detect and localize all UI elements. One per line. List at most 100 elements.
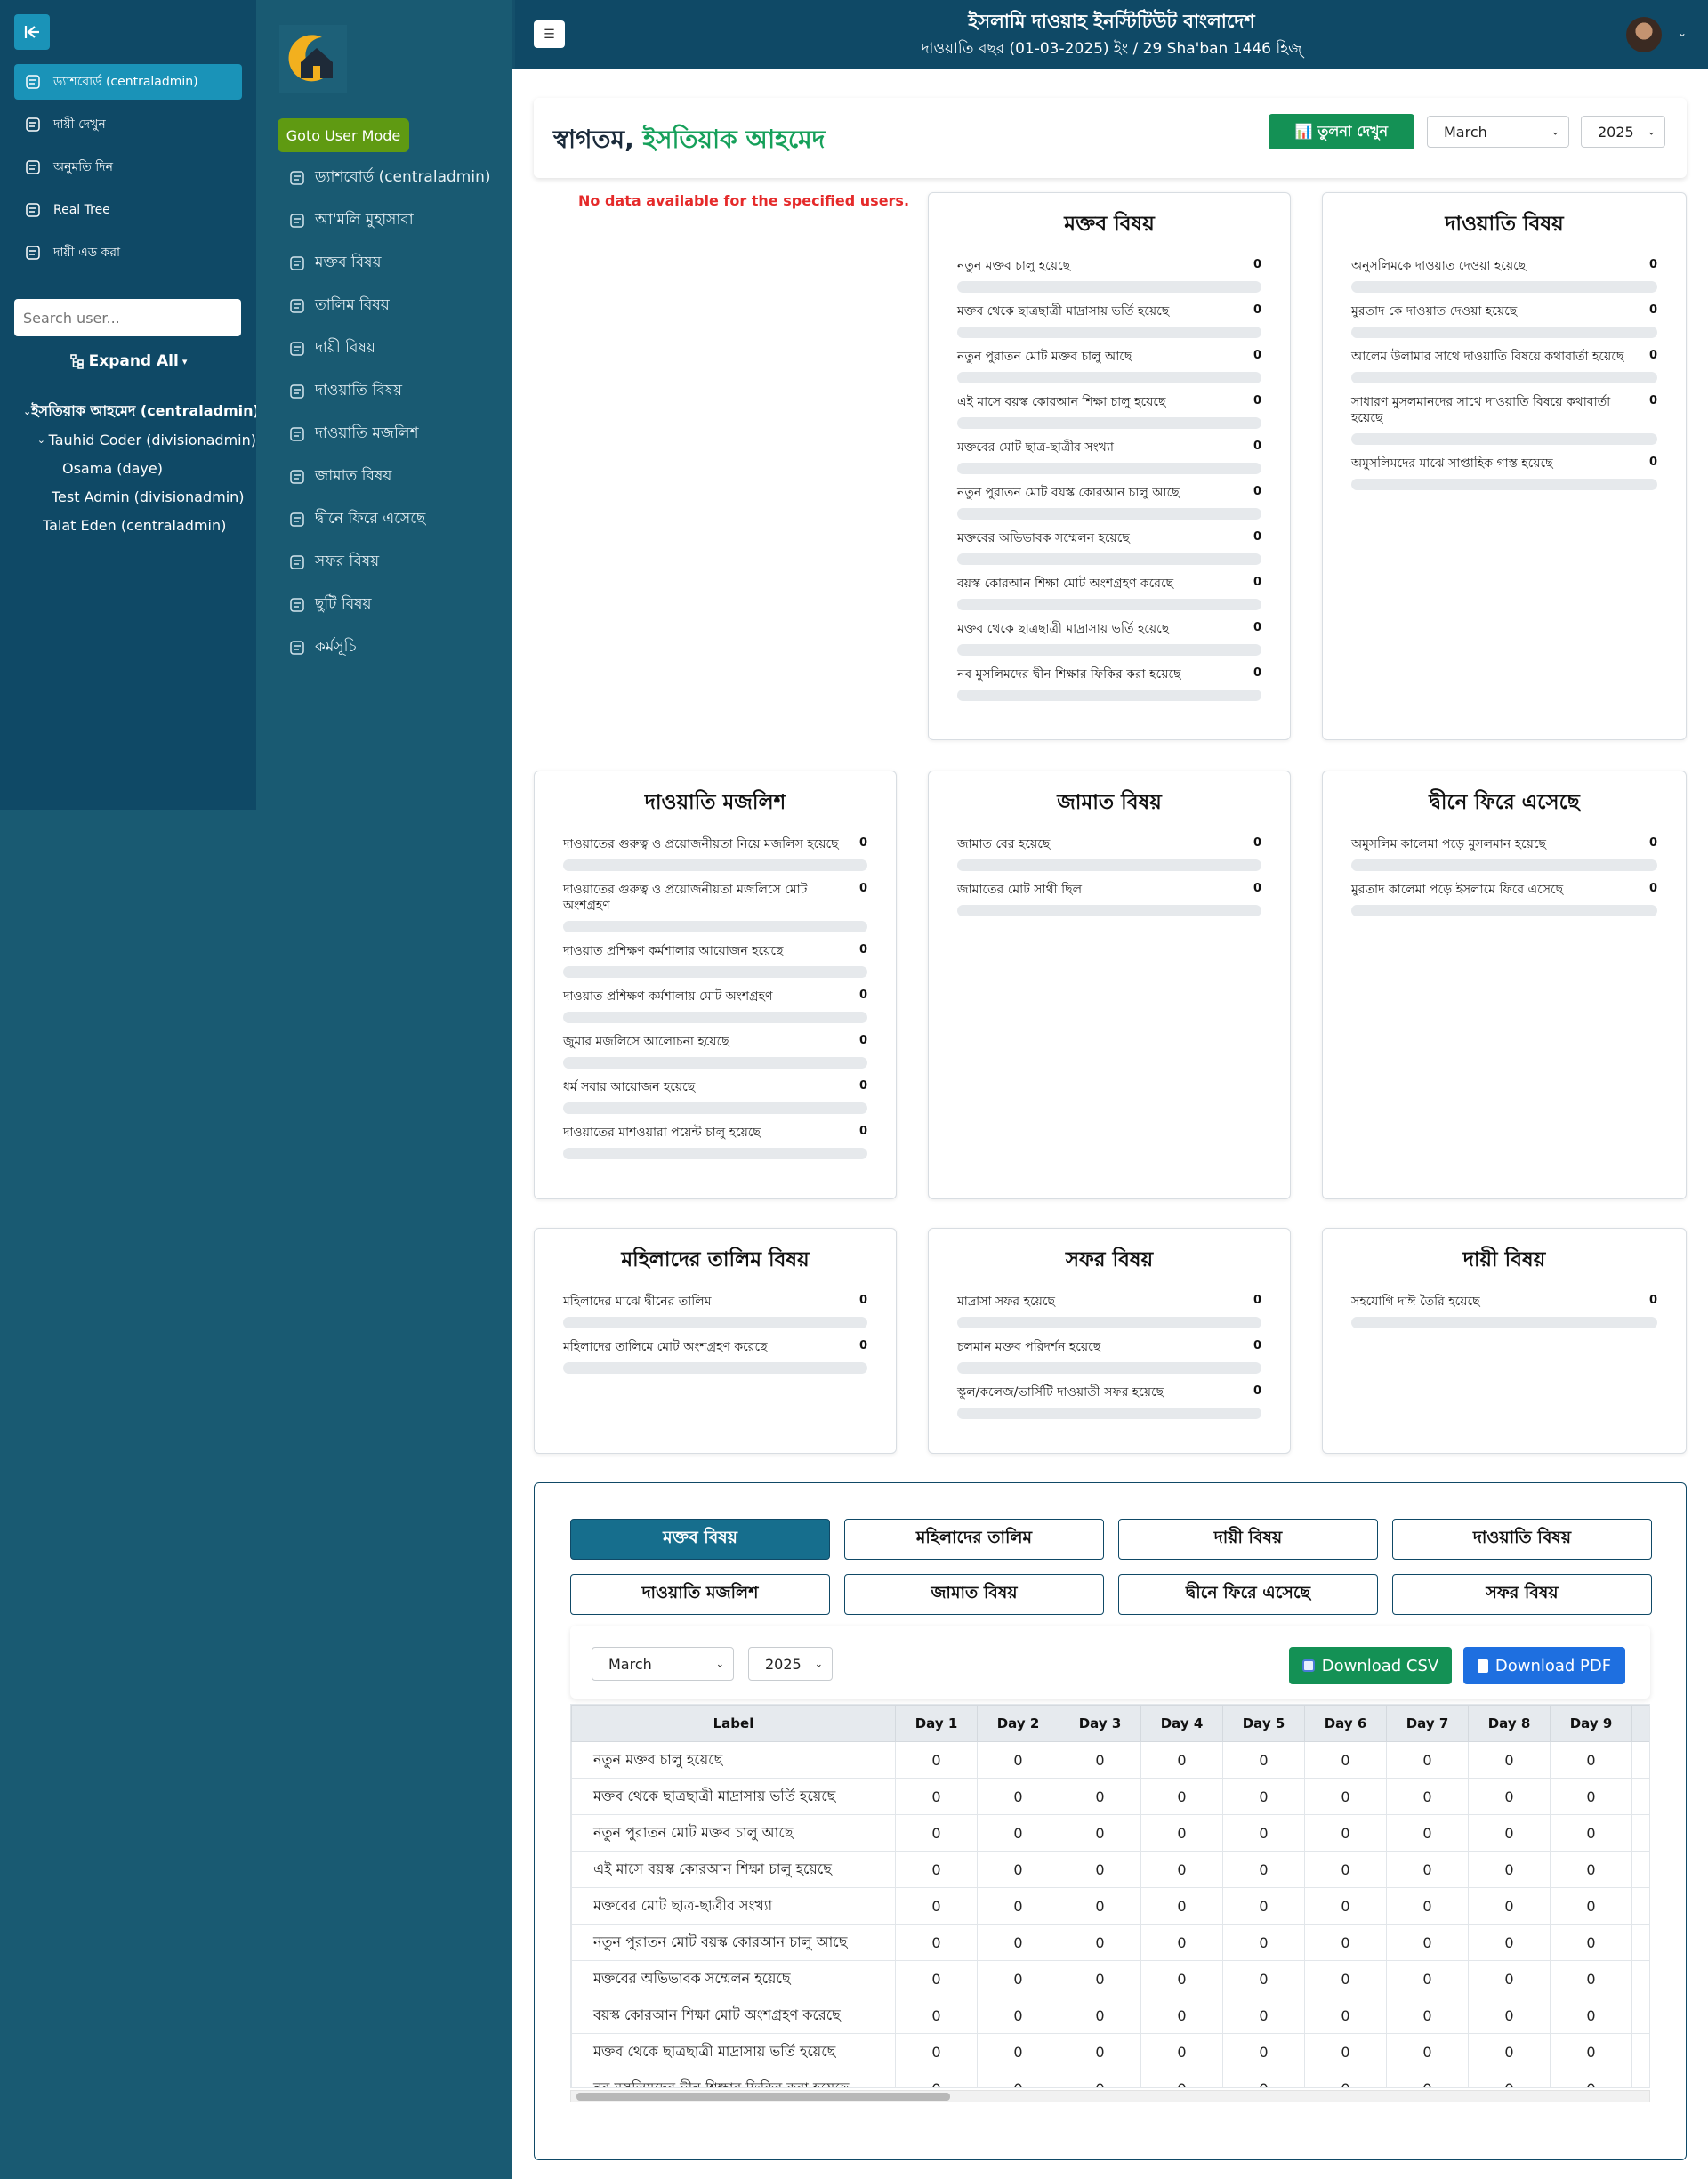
- tree-node[interactable]: Osama (daye): [23, 454, 256, 482]
- expand-all-toggle[interactable]: Expand All ▾: [0, 352, 256, 370]
- table-cell: 0: [1140, 1887, 1223, 1925]
- report-tab[interactable]: সফর বিষয়: [1392, 1574, 1652, 1615]
- main-menu: Goto User Mode ড্যাশবোর্ড (centraladmin)…: [256, 0, 512, 810]
- menu-item[interactable]: জামাত বিষয়: [288, 456, 502, 498]
- stat-row: জুমার মজলিসে আলোচনা হয়েছে 0: [563, 1034, 867, 1069]
- tree-node[interactable]: Talat Eden (centraladmin): [23, 511, 256, 539]
- stat-row: নব মুসলিমদের দ্বীন শিক্ষার ফিকির করা হয়…: [957, 666, 1261, 701]
- report-tab[interactable]: মহিলাদের তালিম: [844, 1519, 1104, 1560]
- stat-card: সফর বিষয় মাদ্রাসা সফর হয়েছে 0 চলমান মক্তব…: [928, 1228, 1291, 1454]
- stat-row: নতুন মক্তব চালু হয়েছে 0: [957, 258, 1261, 293]
- top-bar: ☰ ইসলামি দাওয়াহ ইনস্টিটিউট বাংলাদেশ দাও…: [512, 0, 1708, 69]
- month-select[interactable]: March ⌄: [1427, 116, 1569, 148]
- report-tab[interactable]: জামাত বিষয়: [844, 1574, 1104, 1615]
- stat-value: 0: [1253, 1339, 1261, 1352]
- caret-down-icon: ▾: [181, 355, 188, 367]
- table-row: নতুন মক্তব চালু হয়েছে 0 0 0 0 0 0 0 0 0: [571, 1741, 1649, 1779]
- download-pdf-button[interactable]: Download PDF: [1463, 1647, 1625, 1684]
- table-cell: 0: [1550, 1887, 1632, 1925]
- menu-item[interactable]: দাওয়াতি মজলিশ: [288, 413, 502, 456]
- year-select[interactable]: 2025 ⌄: [1581, 116, 1665, 148]
- report-tab[interactable]: মক্তব বিষয়: [570, 1519, 830, 1560]
- progress-bar: [957, 463, 1261, 474]
- stat-label: মহিলাদের তালিমে মোট অংশগ্রহণ করেছে: [563, 1340, 768, 1354]
- tree-node[interactable]: ⌄ Tauhid Coder (divisionadmin): [23, 425, 256, 454]
- table-cell: 0: [1059, 1851, 1141, 1888]
- avatar[interactable]: [1626, 17, 1662, 52]
- table-cell: 0: [1550, 1778, 1632, 1815]
- chevron-down-icon[interactable]: ⌄: [34, 434, 49, 446]
- tree-node[interactable]: ⌄ ইসতিয়াক আহমেদ (centraladmin): [23, 397, 256, 425]
- stat-value: 0: [1648, 456, 1657, 469]
- stat-value: 0: [1253, 485, 1261, 498]
- compare-button[interactable]: 📊 তুলনা দেখুন: [1269, 114, 1414, 149]
- report-table-wrapper[interactable]: Label Day 1 Day 2 Day 3 Day 4 Day 5 Day 6 Day 7…: [570, 1704, 1650, 2088]
- horizontal-scrollbar[interactable]: [570, 2090, 1650, 2102]
- menu-item[interactable]: সফর বিষয়: [288, 541, 502, 584]
- download-csv-button[interactable]: Download CSV: [1289, 1647, 1452, 1684]
- report-tab[interactable]: দাওয়াতি মজলিশ: [570, 1574, 830, 1615]
- menu-item[interactable]: আ'মলি মুহাসাবা: [288, 199, 502, 242]
- dashboard-icon: [23, 72, 43, 92]
- stat-row: সাধারণ মুসলমানদের সাথে দাওয়াতি বিষয়ে ক…: [1351, 394, 1657, 445]
- collapse-sidebar-button[interactable]: [14, 14, 50, 50]
- menu-item[interactable]: কর্মসূচি: [288, 626, 502, 669]
- search-user-input[interactable]: [14, 299, 241, 336]
- stat-row: আলেম উলামার সাথে দাওয়াতি বিষয়ে কথাবার্…: [1351, 349, 1657, 383]
- scrollbar-thumb[interactable]: [576, 2093, 950, 2101]
- chevron-down-icon[interactable]: ⌄: [1678, 27, 1687, 39]
- report-tab[interactable]: দায়ী বিষয়: [1118, 1519, 1378, 1560]
- menu-item[interactable]: মক্তব বিষয়: [288, 242, 502, 285]
- progress-bar: [563, 1148, 867, 1159]
- menu-item[interactable]: ড্যাশবোর্ড (centraladmin): [288, 157, 502, 199]
- admin-nav-item[interactable]: দায়ী এড করা: [14, 235, 242, 270]
- stat-card: দায়ী বিষয় সহযোগি দাঈ তৈরি হয়েছে 0: [1322, 1228, 1687, 1454]
- tree-node-label: Tauhid Coder (divisionadmin): [48, 431, 256, 448]
- stat-value: 0: [858, 989, 867, 1002]
- stat-value: 0: [858, 1339, 867, 1352]
- report-tab[interactable]: দাওয়াতি বিষয়: [1392, 1519, 1652, 1560]
- menu-item[interactable]: দ্বীনে ফিরে এসেছে: [288, 498, 502, 541]
- stat-card: জামাত বিষয় জামাত বের হয়েছে 0 জামাতের মোট …: [928, 771, 1291, 1199]
- admin-nav-item[interactable]: অনুমতি দিন: [14, 149, 242, 185]
- report-year-select[interactable]: 2025 ⌄: [748, 1647, 833, 1681]
- chevron-down-icon[interactable]: ⌄: [23, 406, 31, 417]
- stat-value: 0: [1253, 394, 1261, 408]
- report-year-value: 2025: [765, 1655, 802, 1673]
- admin-nav-item[interactable]: দায়ী দেখুন: [14, 107, 242, 142]
- table-cell: 0: [895, 1778, 978, 1815]
- table-cell: 0: [1386, 1887, 1469, 1925]
- table-cell: 0: [1468, 1887, 1551, 1925]
- stat-value: 0: [1253, 576, 1261, 589]
- stat-value: 0: [1253, 303, 1261, 317]
- table-cell: 0: [1386, 1960, 1469, 1997]
- table-cell: 0: [895, 1924, 978, 1961]
- stat-label: মুরতাদ কে দাওয়াত দেওয়া হয়েছে: [1351, 304, 1518, 319]
- stat-value: 0: [1253, 882, 1261, 895]
- back-arrow-icon: [24, 26, 39, 38]
- group-icon: [288, 425, 306, 443]
- progress-bar: [563, 859, 867, 871]
- admin-nav-item[interactable]: Real Tree: [14, 192, 242, 228]
- stat-value: 0: [858, 943, 867, 956]
- table-cell: 0: [895, 1851, 978, 1888]
- menu-item[interactable]: তালিম বিষয়: [288, 285, 502, 327]
- menu-item[interactable]: ছুটি বিষয়: [288, 584, 502, 626]
- tree-node[interactable]: Test Admin (divisionadmin): [23, 482, 256, 511]
- table-cell: 0: [1386, 2033, 1469, 2070]
- table-cell-overflow: [1631, 1997, 1649, 2034]
- stat-value: 0: [858, 1079, 867, 1093]
- table-cell: 0: [1222, 1814, 1305, 1852]
- welcome-heading: স্বাগতম, ইসতিয়াক আহমেদ: [553, 120, 825, 162]
- goto-user-mode-button[interactable]: Goto User Mode: [278, 118, 409, 152]
- users-icon: [23, 115, 43, 134]
- report-tab[interactable]: দ্বীনে ফিরে এসেছে: [1118, 1574, 1378, 1615]
- table-cell: 0: [977, 1851, 1059, 1888]
- admin-nav-item[interactable]: ড্যাশবোর্ড (centraladmin): [14, 64, 242, 100]
- admin-sidebar: ড্যাশবোর্ড (centraladmin) দায়ী দেখুন অনুম…: [0, 0, 256, 810]
- menu-item[interactable]: দাওয়াতি বিষয়: [288, 370, 502, 413]
- table-row: মক্তব থেকে ছাত্রছাত্রী মাদ্রাসায় ভর্তি …: [571, 2033, 1649, 2070]
- stat-row: মক্তব থেকে ছাত্রছাত্রী মাদ্রাসায় ভর্তি …: [957, 303, 1261, 338]
- menu-item[interactable]: দায়ী বিষয়: [288, 327, 502, 370]
- report-month-select[interactable]: March ⌄: [592, 1647, 734, 1681]
